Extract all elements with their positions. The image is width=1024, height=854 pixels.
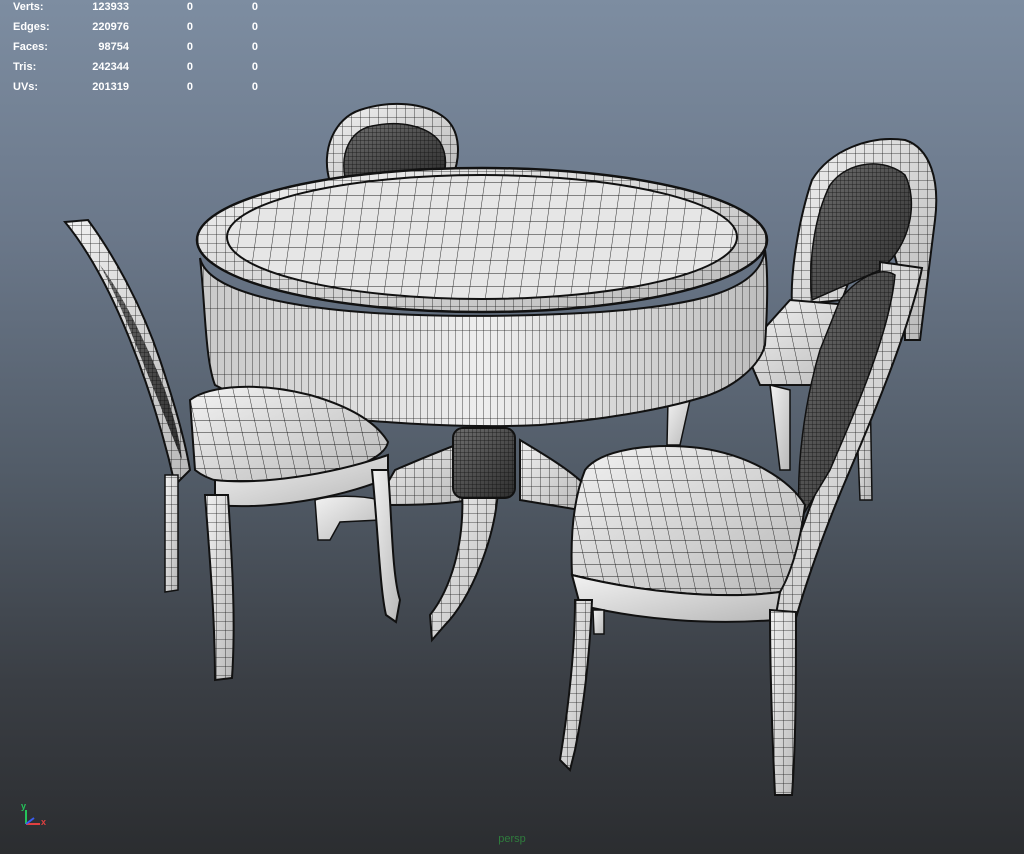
- hud-row-faces: Faces: 98754 0 0: [0, 40, 270, 54]
- 3d-viewport[interactable]: [0, 0, 1024, 854]
- hud-label: Faces:: [13, 41, 48, 53]
- hud-label: Verts:: [13, 1, 44, 13]
- hud-label: Edges:: [13, 21, 50, 33]
- hud-total: 220976: [92, 21, 129, 33]
- hud-row-tris: Tris: 242344 0 0: [0, 60, 270, 74]
- hud-label: Tris:: [13, 61, 37, 73]
- hud-label: UVs:: [13, 81, 39, 93]
- hud-component: 0: [251, 21, 258, 33]
- axis-x-label: x: [41, 817, 47, 827]
- hud-selected: 0: [186, 61, 193, 73]
- hud-component: 0: [251, 1, 258, 13]
- table-top[interactable]: [195, 166, 769, 314]
- hud-row-edges: Edges: 220976 0 0: [0, 20, 270, 34]
- hud-selected: 0: [186, 41, 193, 53]
- hud-total: 242344: [92, 61, 129, 73]
- axis-y-label: y: [21, 801, 27, 811]
- hud-selected: 0: [186, 21, 193, 33]
- view-axis-icon: [25, 810, 40, 825]
- hud-row-uvs: UVs: 201319 0 0: [0, 80, 270, 94]
- hud-component: 0: [251, 41, 258, 53]
- hud-total: 123933: [92, 1, 129, 13]
- hud-component: 0: [251, 61, 258, 73]
- hud-selected: 0: [186, 81, 193, 93]
- hud-total: 201319: [92, 81, 129, 93]
- hud-row-verts: Verts: 123933 0 0: [0, 0, 270, 14]
- hud-total: 98754: [98, 41, 129, 53]
- hud-selected: 0: [186, 1, 193, 13]
- hud-component: 0: [251, 81, 258, 93]
- camera-name-label: persp: [498, 833, 526, 845]
